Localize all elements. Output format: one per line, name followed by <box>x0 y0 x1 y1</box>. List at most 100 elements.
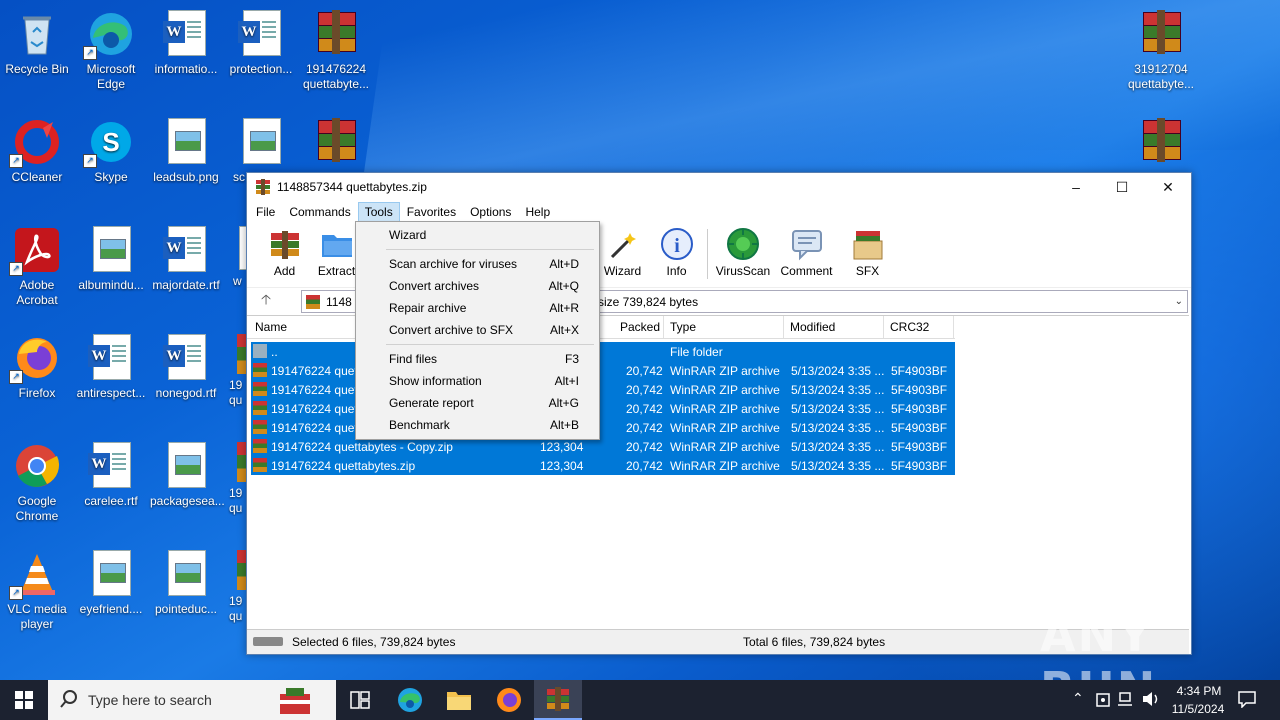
row-type: WinRAR ZIP archive <box>670 383 780 397</box>
desktop-icon-informatio[interactable]: W informatio... <box>150 6 222 77</box>
menu-favorites[interactable]: Favorites <box>400 202 463 222</box>
menu-tools[interactable]: Tools <box>357 202 400 222</box>
menu-file[interactable]: File <box>249 202 282 222</box>
word-document-icon: W <box>237 10 285 58</box>
extract-icon <box>320 227 354 261</box>
menu-item-shortcut: Alt+Q <box>548 279 579 293</box>
desktop-icon-google-chrome[interactable]: Google Chrome <box>1 438 73 524</box>
tools-menu[interactable]: Wizard Scan archive for viruses Alt+D Co… <box>355 221 600 440</box>
menu-options[interactable]: Options <box>463 202 518 222</box>
desktop-icon-skype[interactable]: S ↗ Skype <box>75 114 147 185</box>
desktop-icon-antirespect[interactable]: W antirespect... <box>75 330 147 401</box>
image-file-icon <box>87 226 135 274</box>
menu-item-label: Benchmark <box>389 418 450 432</box>
desktop-icon-eyefriend[interactable]: eyefriend.... <box>75 546 147 617</box>
winrar-icon <box>255 179 271 195</box>
desktop-icon-albumindu[interactable]: albumindu... <box>75 222 147 293</box>
winrar-archive-icon <box>1137 10 1185 58</box>
chevron-down-icon[interactable]: ⌄ <box>1175 296 1183 307</box>
row-crc: 5F4903BF <box>891 383 948 397</box>
task-view-button[interactable] <box>336 680 384 720</box>
table-row[interactable]: 191476224 quettabytes.zip 123,304 20,742… <box>251 456 955 475</box>
volume-icon[interactable] <box>1142 691 1160 710</box>
desktop-icon-nonegod[interactable]: W nonegod.rtf <box>150 330 222 401</box>
desktop-icon-rar-6[interactable] <box>1125 114 1197 170</box>
desktop-icon-rar-191476224[interactable]: 191476224 quettabyte... <box>300 6 372 92</box>
menu-commands[interactable]: Commands <box>282 202 357 222</box>
desktop-icon-ccleaner[interactable]: ↗ CCleaner <box>1 114 73 185</box>
desktop-icon-carelee[interactable]: W carelee.rtf <box>75 438 147 509</box>
desktop-icon-rar-31912704[interactable]: 31912704 quettabyte... <box>1125 6 1197 92</box>
desktop-icon-label: informatio... <box>154 62 218 76</box>
maximize-button[interactable]: ☐ <box>1099 173 1145 201</box>
zip-file-icon <box>253 363 267 377</box>
taskbar-search[interactable]: Type here to search <box>48 680 336 720</box>
info-button[interactable]: i Info <box>649 227 704 278</box>
chevron-up-icon[interactable]: ⌃ <box>1072 690 1084 707</box>
desktop-icon-rar-2[interactable] <box>300 114 372 170</box>
taskbar-winrar[interactable] <box>534 680 582 720</box>
menu-item-convert-to-sfx[interactable]: Convert archive to SFX Alt+X <box>356 319 599 341</box>
menu-item-wizard[interactable]: Wizard <box>356 224 599 246</box>
sfx-button[interactable]: SFX <box>840 227 895 278</box>
title-bar[interactable]: 1148857344 quettabytes.zip – ☐ ✕ <box>247 173 1191 201</box>
virusscan-button[interactable]: VirusScan <box>713 227 773 278</box>
row-size: 123,304 <box>540 459 584 473</box>
menu-item-convert-archives[interactable]: Convert archives Alt+Q <box>356 275 599 297</box>
up-arrow-icon[interactable]: 🡡 <box>255 289 277 313</box>
desktop-icon-pointeduc[interactable]: pointeduc... <box>150 546 222 617</box>
image-file-icon <box>162 550 210 598</box>
comment-button[interactable]: Comment <box>779 227 834 278</box>
desktop-icon-vlc[interactable]: ↗ VLC media player <box>1 546 73 632</box>
zip-file-icon <box>253 420 267 434</box>
desktop-icon-label: antirespect... <box>76 386 146 400</box>
close-button[interactable]: ✕ <box>1145 173 1191 201</box>
menu-item-shortcut: F3 <box>564 352 579 366</box>
column-crc32[interactable]: CRC32 <box>890 320 929 334</box>
row-packed: 20,742 <box>626 421 663 435</box>
comment-icon <box>790 227 824 261</box>
desktop-icon-packagesea[interactable]: packagesea... <box>150 438 225 509</box>
taskbar-edge[interactable] <box>386 680 434 720</box>
taskbar-file-explorer[interactable] <box>435 680 483 720</box>
add-button[interactable]: Add <box>257 227 312 278</box>
menu-item-repair-archive[interactable]: Repair archive Alt+R <box>356 297 599 319</box>
network-icon[interactable] <box>1118 691 1136 710</box>
desktop-icon-label: majordate.rtf <box>152 278 220 292</box>
notification-icon[interactable] <box>1238 690 1256 711</box>
menu-item-show-information[interactable]: Show information Alt+I <box>356 370 599 392</box>
row-name: 191476224 quett <box>271 421 362 435</box>
zip-file-icon <box>253 382 267 396</box>
menu-item-scan-viruses[interactable]: Scan archive for viruses Alt+D <box>356 253 599 275</box>
desktop-icon-leadsub[interactable]: leadsub.png <box>150 114 222 185</box>
taskbar-firefox[interactable] <box>485 680 533 720</box>
desktop-icon-protection[interactable]: W protection... <box>225 6 297 77</box>
desktop-icon-majordate[interactable]: W majordate.rtf <box>150 222 222 293</box>
menu-item-shortcut: Alt+B <box>549 418 579 432</box>
menu-item-shortcut: Alt+I <box>554 374 579 388</box>
minimize-button[interactable]: – <box>1053 173 1099 201</box>
column-packed[interactable]: Packed <box>620 320 660 334</box>
add-label: Add <box>273 264 296 278</box>
desktop-icon-adobe-acrobat[interactable]: ↗ Adobe Acrobat <box>1 222 73 308</box>
clock-time[interactable]: 4:34 PM <box>1174 684 1224 698</box>
row-modified: 5/13/2024 3:35 ... <box>791 421 885 435</box>
menu-help[interactable]: Help <box>518 202 557 222</box>
menu-item-benchmark[interactable]: Benchmark Alt+B <box>356 414 599 436</box>
menu-item-find-files[interactable]: Find files F3 <box>356 348 599 370</box>
search-placeholder: Type here to search <box>88 692 212 708</box>
row-name: .. <box>271 345 278 359</box>
security-icon[interactable] <box>1096 691 1110 710</box>
virusscan-label: VirusScan <box>715 264 771 278</box>
desktop-icon-recycle-bin[interactable]: Recycle Bin <box>1 6 73 77</box>
desktop-icon-edge[interactable]: ↗ Microsoft Edge <box>75 6 147 92</box>
column-name[interactable]: Name <box>255 320 287 334</box>
search-icon <box>60 690 78 711</box>
column-type[interactable]: Type <box>670 320 696 334</box>
wizard-button[interactable]: Wizard <box>595 227 650 278</box>
menu-item-generate-report[interactable]: Generate report Alt+G <box>356 392 599 414</box>
clock-date[interactable]: 11/5/2024 <box>1168 702 1228 716</box>
column-modified[interactable]: Modified <box>790 320 835 334</box>
desktop-icon-firefox[interactable]: ↗ Firefox <box>1 330 73 401</box>
start-button[interactable] <box>0 680 48 720</box>
